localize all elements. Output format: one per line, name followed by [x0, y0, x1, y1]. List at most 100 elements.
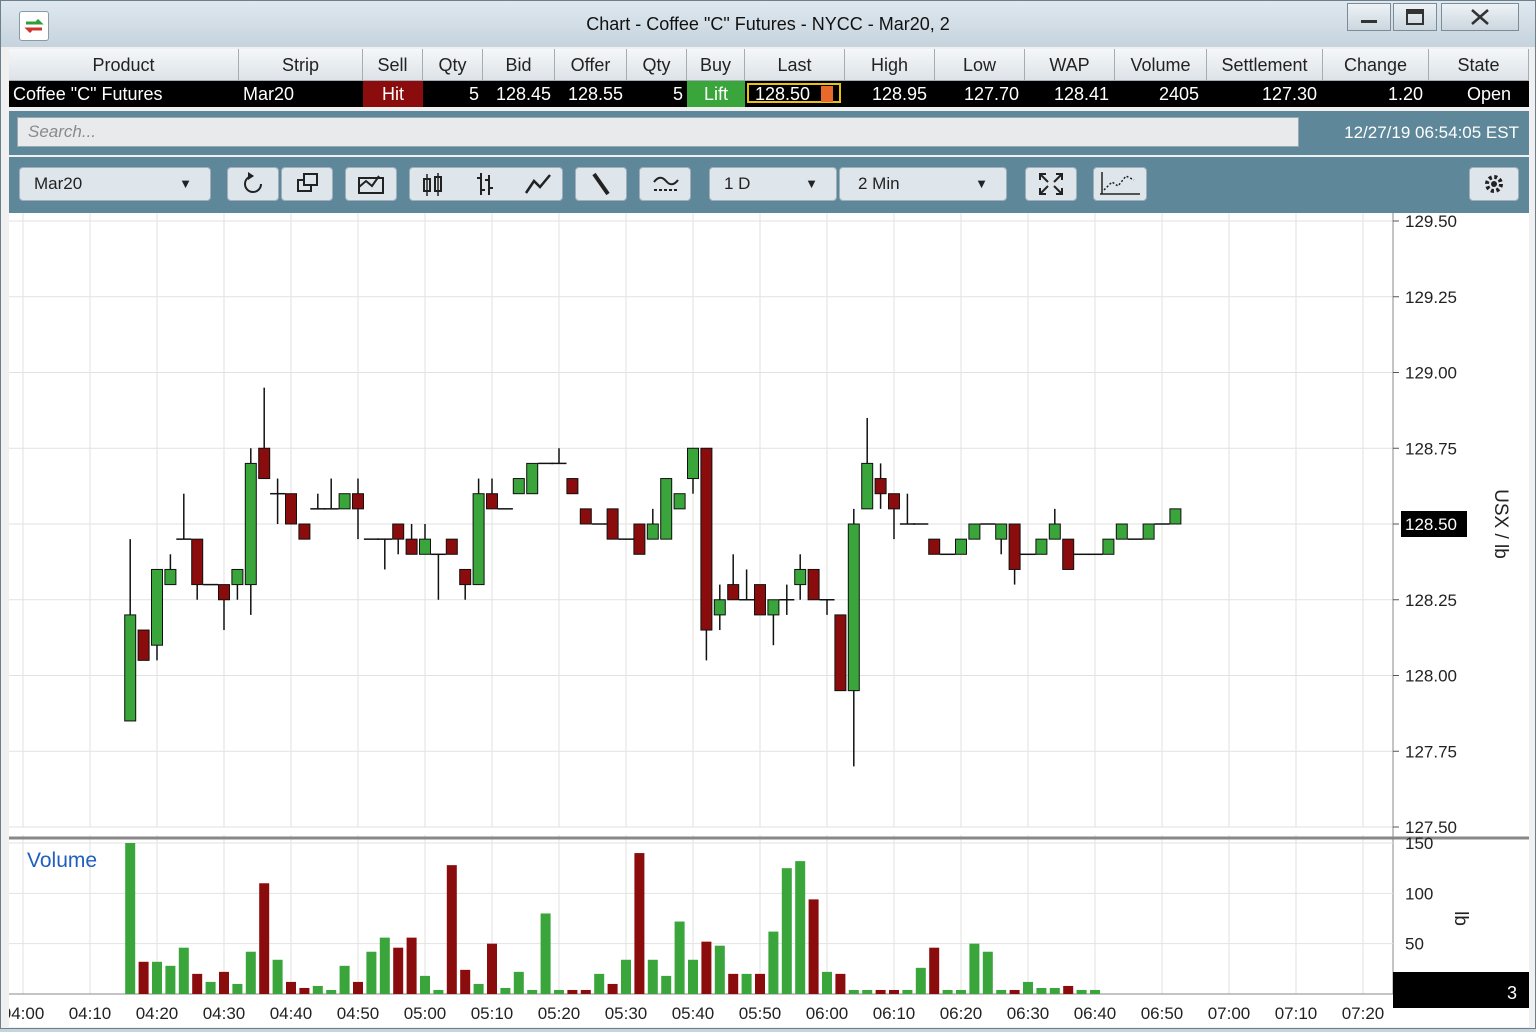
header-strip[interactable]: Strip	[239, 49, 363, 81]
volume-bar	[326, 989, 337, 994]
x-tick-label: 05:40	[672, 1004, 715, 1023]
y-tick-label: 129.50	[1405, 213, 1457, 231]
header-volume[interactable]: Volume	[1115, 49, 1207, 81]
x-tick-label: 05:00	[404, 1004, 447, 1023]
cell-settlement-value: 127.30	[1261, 84, 1317, 104]
cell-sell-value: Hit	[382, 84, 404, 104]
volume-bar	[755, 973, 765, 994]
volume-bar	[299, 987, 310, 994]
candle-body	[687, 447, 699, 480]
x-tick-label: 04:10	[69, 1004, 112, 1023]
strip-select[interactable]: Mar20 ▼	[19, 167, 211, 201]
volume-bar	[634, 853, 645, 994]
volume-bar	[420, 975, 430, 994]
header-qty-offer[interactable]: Qty	[627, 49, 687, 81]
minimize-button[interactable]	[1347, 3, 1391, 31]
volume-bar	[567, 989, 578, 994]
chevron-down-icon: ▼	[179, 176, 192, 191]
volume-bar	[473, 983, 484, 994]
draw-line-icon[interactable]	[575, 167, 627, 201]
header-sell[interactable]: Sell	[363, 49, 423, 81]
volume-bar	[487, 943, 497, 994]
cell-product-value: Coffee "C" Futures	[13, 84, 163, 104]
candle-body	[405, 538, 418, 555]
candle-body	[861, 462, 874, 510]
line-chart-icon[interactable]	[524, 174, 551, 194]
period-select-value: 1 D	[724, 174, 751, 193]
header-qty-bid[interactable]: Qty	[423, 49, 483, 81]
cell-volume-value: 2405	[1158, 84, 1199, 104]
header-state[interactable]: State	[1429, 49, 1529, 81]
header-change[interactable]: Change	[1323, 49, 1429, 81]
current-volume-label: 3	[1507, 983, 1517, 1003]
quote-grid: Product Strip Sell Qty Bid Offer Qty Buy Last Hig…	[9, 49, 1529, 109]
candle-body	[1048, 523, 1061, 540]
volume-bar	[862, 989, 873, 994]
volume-bar	[527, 989, 538, 994]
candle-body	[1035, 538, 1048, 555]
envelope-chart-icon[interactable]	[345, 167, 397, 201]
search-input[interactable]: Search...	[17, 117, 1299, 147]
fullscreen-icon[interactable]	[1025, 167, 1077, 201]
title-bar[interactable]: Chart - Coffee "C" Futures - NYCC - Mar2…	[1, 1, 1535, 47]
period-select[interactable]: 1 D ▼	[709, 167, 837, 201]
header-last[interactable]: Last	[745, 49, 845, 81]
header-settlement[interactable]: Settlement	[1207, 49, 1323, 81]
close-button[interactable]	[1441, 3, 1519, 31]
maximize-button[interactable]	[1393, 3, 1437, 31]
crosshair-icon[interactable]	[1093, 167, 1147, 201]
search-bar: Search... 12/27/19 06:54:05 EST	[9, 111, 1529, 155]
reset-icon[interactable]	[227, 167, 279, 201]
volume-bar	[915, 967, 926, 994]
volume-bar	[245, 951, 256, 994]
volume-bar	[661, 975, 672, 994]
header-product[interactable]: Product	[9, 49, 239, 81]
candle-body	[794, 568, 807, 586]
indicator-icon[interactable]	[639, 167, 691, 201]
volume-bar	[259, 883, 270, 994]
volume-bar	[768, 931, 779, 994]
candle-body	[137, 629, 150, 661]
volume-bar	[969, 943, 980, 994]
candle-body	[1115, 523, 1128, 540]
x-tick-label: 07:20	[1342, 1004, 1385, 1023]
header-bid[interactable]: Bid	[483, 49, 555, 81]
cell-qty-bid: 5	[423, 81, 483, 107]
volume-bar	[379, 937, 390, 994]
ohlc-bar-icon[interactable]	[477, 173, 493, 195]
price-chart[interactable]: 129.50 129.25 129.00 128.75 128.50 128.25 128.…	[2, 212, 1529, 1027]
candle-body	[955, 538, 967, 555]
interval-select-value: 2 Min	[858, 174, 900, 193]
settings-icon[interactable]	[1469, 167, 1519, 201]
header-wap[interactable]: WAP	[1025, 49, 1115, 81]
chart-area[interactable]: 129.50 129.25 129.00 128.75 128.50 128.25 128.…	[2, 212, 1529, 1027]
hit-button[interactable]: Hit	[363, 81, 423, 107]
cell-change: 1.20	[1323, 81, 1429, 107]
volume-bar	[138, 961, 149, 994]
candle-body	[874, 478, 887, 495]
x-tick-label: 07:00	[1208, 1004, 1251, 1023]
header-low[interactable]: Low	[935, 49, 1025, 81]
candle-body	[1102, 538, 1115, 555]
chart-window: Chart - Coffee "C" Futures - NYCC - Mar2…	[0, 0, 1536, 1029]
candle-body	[713, 599, 726, 616]
header-buy[interactable]: Buy	[687, 49, 745, 81]
candlestick-icon[interactable]	[423, 173, 442, 196]
strip-select-value: Mar20	[34, 174, 83, 193]
x-tick-label: 04:40	[270, 1004, 313, 1023]
volume-bar	[942, 989, 953, 994]
header-high[interactable]: High	[845, 49, 935, 81]
candle-body	[486, 493, 498, 510]
volume-bar	[192, 973, 203, 994]
interval-select[interactable]: 2 Min ▼	[839, 167, 1007, 201]
volume-bar	[795, 861, 806, 994]
cell-low-value: 127.70	[963, 84, 1019, 104]
volume-bar	[125, 843, 136, 994]
x-tick-label: 07:10	[1275, 1004, 1318, 1023]
cell-last: 128.50	[745, 81, 845, 107]
candle-body	[512, 478, 525, 495]
detach-icon[interactable]	[281, 167, 333, 201]
y-tick-label: 128.75	[1405, 439, 1457, 458]
lift-button[interactable]: Lift	[687, 81, 745, 107]
header-offer[interactable]: Offer	[555, 49, 627, 81]
